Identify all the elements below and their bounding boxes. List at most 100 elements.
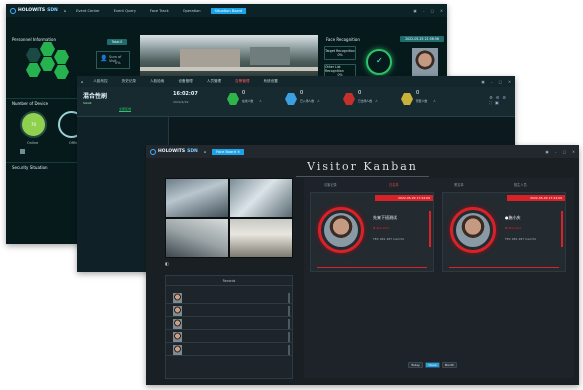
visitor-sub-tab[interactable]: 黑名单 bbox=[454, 182, 464, 187]
card-status: Blacklist bbox=[508, 226, 521, 230]
front-window-controls: ▣ – □ ✕ bbox=[545, 150, 575, 154]
home-icon[interactable]: ⌂ bbox=[64, 9, 66, 13]
visitor-sub-tab[interactable]: 访客记录 bbox=[324, 182, 337, 187]
tab-event-query[interactable]: Event Query bbox=[110, 8, 140, 14]
online-value: 70 bbox=[30, 122, 37, 127]
stat-label: 已入场人数 bbox=[300, 99, 314, 103]
card-face-photo bbox=[456, 213, 490, 247]
chat-icon[interactable]: ▣ bbox=[413, 9, 416, 13]
nav-alarm-mgmt[interactable]: 告警管理 bbox=[231, 78, 253, 85]
list-item[interactable] bbox=[166, 305, 292, 317]
card-status-badge: ✖ Blacklist bbox=[505, 226, 521, 230]
tab-face-board-label: Face Board bbox=[216, 149, 236, 154]
card-bottom-line bbox=[449, 267, 559, 268]
middle-title: 混合性刷 bbox=[83, 93, 108, 100]
tab-close-icon[interactable]: ✕ bbox=[237, 150, 240, 154]
stat-value: 0 bbox=[242, 90, 246, 96]
nav-device-mgmt[interactable]: 设备管理 bbox=[174, 78, 196, 85]
tab-face-track[interactable]: Face Track bbox=[146, 8, 173, 14]
middle-window-controls: ▣ – □ ✕ bbox=[481, 80, 511, 84]
minimize-icon[interactable]: – bbox=[555, 150, 557, 154]
nav-person-mgmt[interactable]: 人员管理 bbox=[203, 78, 225, 85]
back-logo: HOLOWITS SDN bbox=[10, 7, 58, 14]
card-bottom-line bbox=[317, 267, 427, 268]
back-window-controls: ▣ – □ ✕ bbox=[413, 9, 443, 13]
nav-face-control[interactable]: 人脸布控 bbox=[89, 78, 111, 85]
check-icon: ✓ bbox=[376, 56, 383, 65]
clock-date: 2022/4/29 bbox=[173, 100, 189, 104]
face-photo bbox=[412, 48, 438, 78]
stat-value: 0 bbox=[358, 90, 362, 96]
nav-face-search[interactable]: 人脸检索 bbox=[146, 78, 168, 85]
brand-name: HOLOWITS bbox=[18, 8, 46, 13]
online-donut: 70 bbox=[20, 111, 47, 138]
stat-unit: 人 bbox=[375, 99, 378, 103]
close-icon[interactable]: ✕ bbox=[440, 9, 443, 13]
maximize-icon[interactable]: □ bbox=[431, 9, 434, 13]
tab-situation-board[interactable]: Situation Board bbox=[210, 7, 247, 14]
card-time-banner: 2022-05-29 17:24:09 bbox=[507, 195, 565, 201]
maximize-icon[interactable]: □ bbox=[499, 80, 502, 84]
visitor-sub-tab[interactable]: 陌生人员 bbox=[514, 182, 527, 187]
total-badge: Total:0 bbox=[107, 39, 127, 45]
records-list-title: Records bbox=[166, 276, 292, 286]
camera-tool-icon[interactable]: ◧ bbox=[165, 261, 169, 266]
period-button-0[interactable]: Today bbox=[408, 362, 423, 368]
visitor-card[interactable]: 2022-05-29 17:24:09 ●施小庆 ✖ Blacklist TEC 08… bbox=[442, 192, 566, 272]
card-person-name: ●施小庆 bbox=[505, 215, 521, 220]
card-scrollbar[interactable] bbox=[561, 211, 563, 247]
building-block bbox=[180, 49, 240, 69]
back-titlebar: HOLOWITS SDN ⌂ Event Center Event Query … bbox=[6, 4, 447, 17]
minimize-icon[interactable]: – bbox=[491, 80, 493, 84]
stat-card: 0 已入场人数人 bbox=[285, 90, 337, 112]
maximize-icon[interactable]: □ bbox=[563, 150, 566, 154]
camera-feed-hall[interactable] bbox=[230, 179, 292, 217]
minimize-icon[interactable]: – bbox=[423, 9, 425, 13]
nav-history[interactable]: 历史记录 bbox=[118, 78, 140, 85]
camera-feed-corridor[interactable] bbox=[166, 219, 228, 257]
toolbar-icons: ⚙⚙⚙ ⛶▣ bbox=[489, 95, 509, 105]
camera-feed-office[interactable] bbox=[166, 179, 228, 217]
home-icon[interactable]: ⌂ bbox=[81, 80, 83, 84]
recognition-ring: ✓ bbox=[366, 49, 392, 75]
visitor-card[interactable]: 2022-05-29 17:24:09 先来下班测试 ✖ Blacklist TEC … bbox=[310, 192, 434, 272]
tab-event-center[interactable]: Event Center bbox=[72, 8, 104, 14]
visitor-kanban-window: HOLOWITS SDN ⌂ Face Board ✕ ▣ – □ ✕ Visi… bbox=[146, 145, 579, 385]
chat-icon[interactable]: ▣ bbox=[545, 150, 548, 154]
visit-stat-value: 0% bbox=[115, 61, 121, 65]
card-scrollbar[interactable] bbox=[429, 211, 431, 247]
period-button-1[interactable]: Week bbox=[425, 362, 440, 368]
nav-settings[interactable]: 系统设置 bbox=[260, 78, 282, 85]
front-titlebar: HOLOWITS SDN ⌂ Face Board ✕ ▣ – □ ✕ bbox=[146, 145, 579, 158]
list-item[interactable] bbox=[166, 318, 292, 330]
device-panel: Number of Device 70 Online Offline bbox=[6, 98, 85, 158]
target-recognition-box: Target Recognition 0% bbox=[324, 46, 356, 60]
online-label: Online bbox=[27, 141, 39, 145]
list-item[interactable] bbox=[166, 344, 292, 356]
datetime-badge: 2022-05-25 21:56:56 bbox=[400, 36, 444, 42]
stat-card: 0 预警人数 人 bbox=[401, 90, 453, 112]
chat-icon[interactable]: ▣ bbox=[481, 80, 484, 84]
stat-hex-icon bbox=[285, 93, 297, 105]
home-icon[interactable]: ⌂ bbox=[204, 150, 206, 154]
close-icon[interactable]: ✕ bbox=[572, 150, 575, 154]
middle-header: 混合性刷 SGG6 16:02:07 2022/4/29 0 在线人数 人 0 已入场人… bbox=[77, 87, 515, 117]
stat-label: 预警人数 bbox=[416, 99, 428, 103]
tab-operation[interactable]: Operation bbox=[179, 8, 205, 14]
sidebar-item-all-areas[interactable]: 全部区域 bbox=[119, 107, 132, 112]
card-time: 2022-05-29 17:24:09 bbox=[398, 196, 430, 200]
camera-feed-room[interactable] bbox=[230, 219, 292, 257]
card-time-banner: 2022-05-29 17:24:09 bbox=[375, 195, 433, 201]
visitor-sub-tab[interactable]: 白名单 bbox=[389, 182, 399, 187]
stat-value: 0 bbox=[300, 90, 304, 96]
front-logo: HOLOWITS SDN bbox=[150, 148, 198, 155]
tab-face-board[interactable]: Face Board ✕ bbox=[212, 148, 245, 155]
period-button-2[interactable]: Month bbox=[442, 362, 457, 368]
close-icon[interactable]: ✕ bbox=[508, 80, 511, 84]
stat-card: 0 在线人数 人 bbox=[227, 90, 279, 112]
list-item[interactable] bbox=[166, 331, 292, 343]
legend-swatch bbox=[20, 149, 25, 154]
records-list: Records bbox=[165, 275, 293, 379]
record-face-thumb bbox=[173, 319, 182, 329]
list-item[interactable] bbox=[166, 292, 292, 304]
